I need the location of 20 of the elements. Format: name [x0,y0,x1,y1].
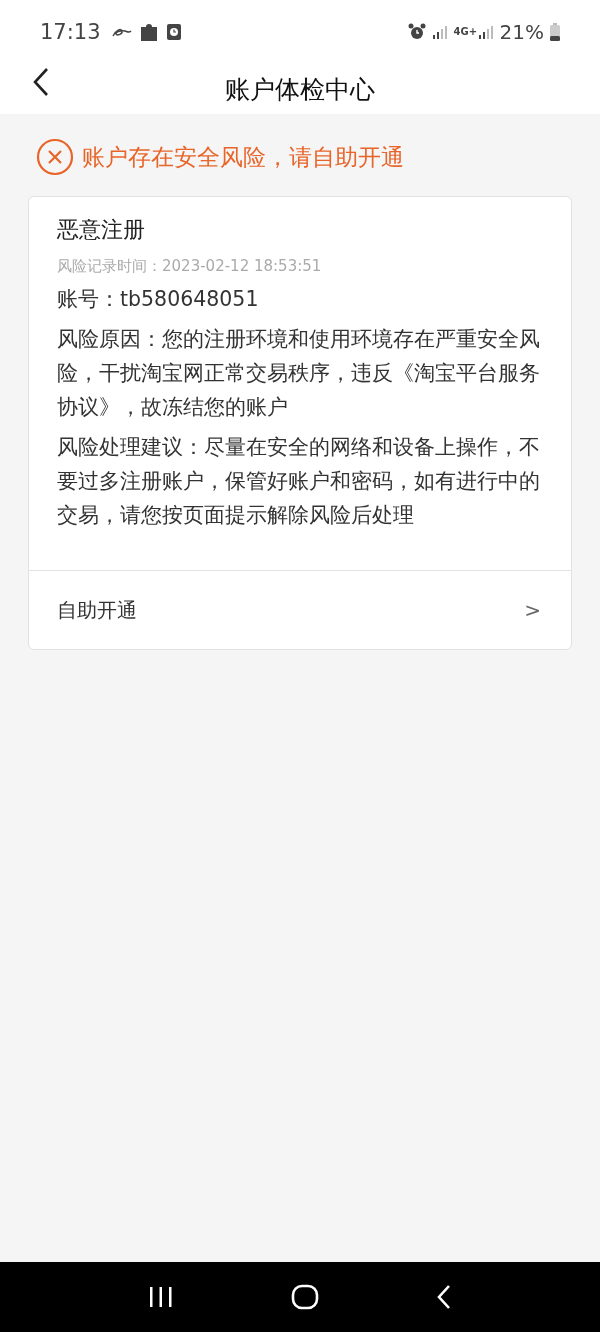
signal-icon [477,24,494,40]
alarm-icon [407,23,426,41]
risk-detail: 账号：tb580648051 [57,286,260,313]
back-icon[interactable] [435,1284,452,1310]
home-icon[interactable] [291,1284,319,1310]
status-time: 17:13 [40,20,101,44]
recent-apps-icon[interactable] [148,1286,175,1308]
error-icon [36,138,74,176]
back-icon[interactable] [32,67,50,97]
signal-icon [431,24,448,40]
battery-icon [550,23,560,41]
battery-percent: 21% [499,20,544,44]
page-title: 账户体检中心 [225,73,375,106]
self-unlock-row[interactable]: 自助开通 > [29,570,571,649]
alert-message: 账户存在安全风险，请自助开通 [82,142,404,172]
record-time: 风险记录时间：2023-02-12 18:53:51 [57,257,323,276]
clock-app-icon [166,24,181,40]
risk-detail: 风险原因：您的注册环境和使用环境存在严重安全风险，干扰淘宝网正常交易秩序，违反《淘宝平台服务协议》，故冻结您的账户 [57,326,541,421]
risk-title: 恶意注册 [57,216,146,244]
risk-detail: 风险处理建议：尽量在安全的网络和设备上操作，不要过多注册账户，保管好账户和密码，如有进行中的交易，请您按页面提示解除风险后处理 [57,434,541,529]
